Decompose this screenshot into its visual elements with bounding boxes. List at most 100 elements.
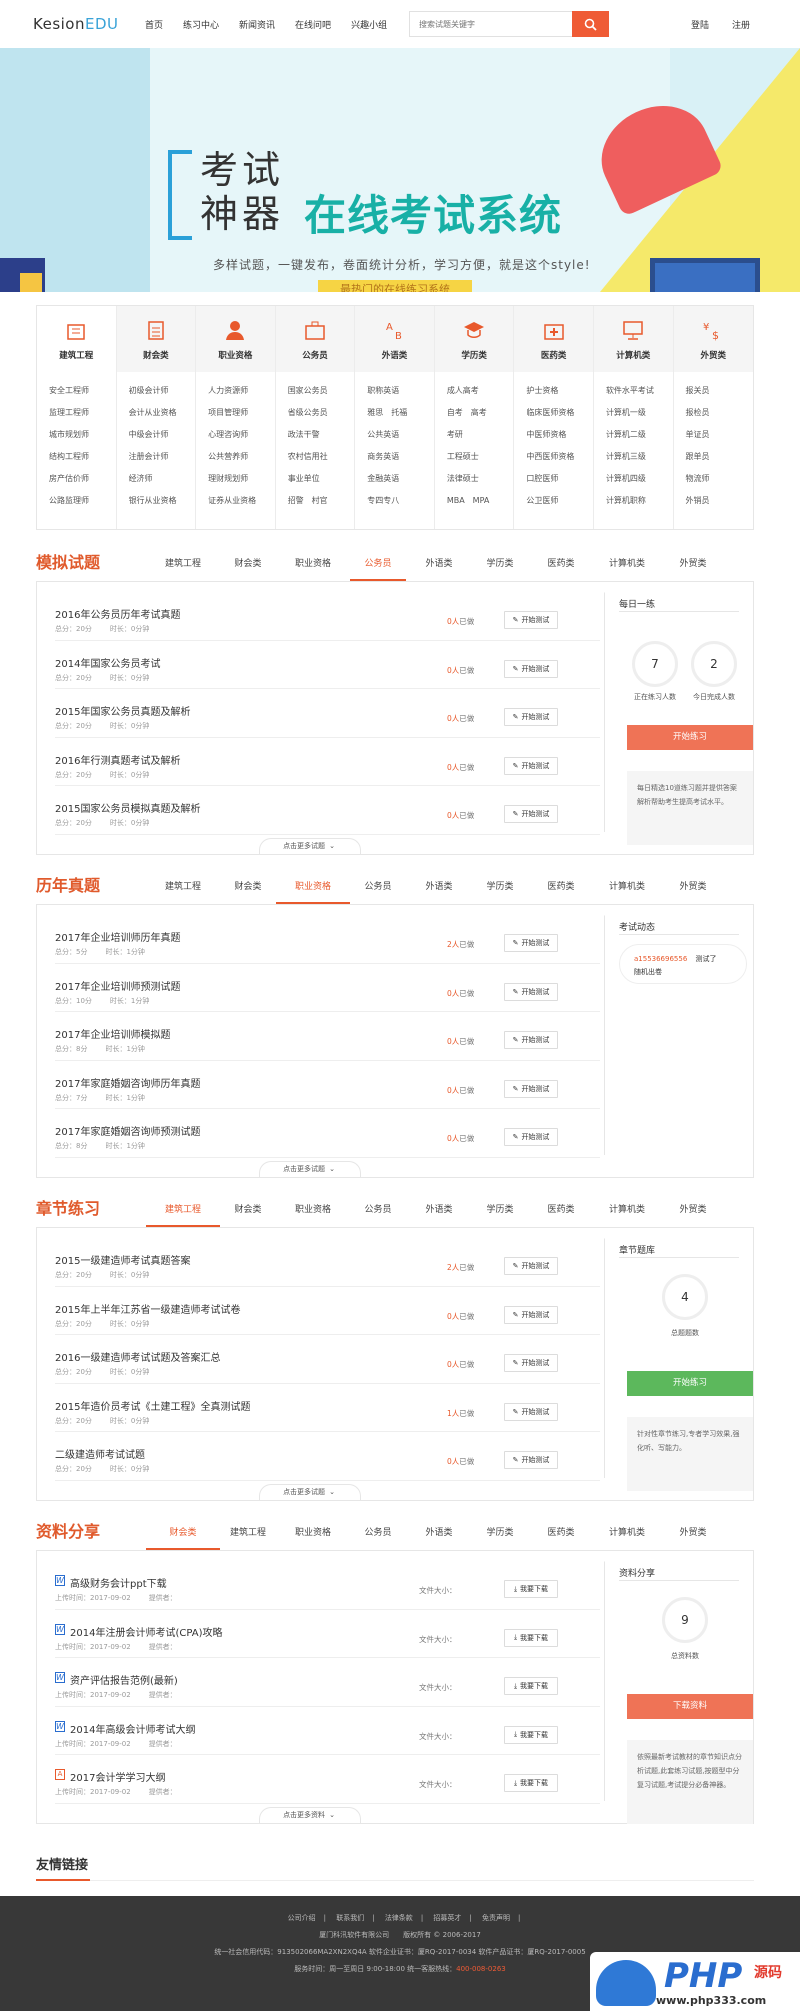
category-link[interactable]: 人力资源师 <box>208 380 275 402</box>
category-header[interactable]: 公务员 <box>275 306 355 372</box>
category-link[interactable]: 雅思 托福 <box>367 402 434 424</box>
category-link[interactable]: 物流师 <box>686 468 754 490</box>
start-test-button[interactable]: ✎ 开始测试 <box>504 1305 558 1324</box>
more-exams-link[interactable]: 点击更多试题 ⌄ <box>259 1484 361 1501</box>
start-test-button[interactable]: ✎ 开始测试 <box>504 611 558 629</box>
section-tab[interactable]: 外贸类 <box>660 1197 726 1227</box>
resource-title[interactable]: 2014年注册会计师考试(CPA)攻略 <box>70 1624 222 1639</box>
start-test-button[interactable]: ✎ 开始测试 <box>504 805 558 823</box>
section-tab[interactable]: 学历类 <box>472 1520 528 1550</box>
category-link[interactable]: 经济师 <box>129 468 196 490</box>
section-tab[interactable]: 外语类 <box>406 1520 472 1550</box>
section-tab[interactable]: 学历类 <box>472 551 528 581</box>
exam-title[interactable]: 2017年家庭婚姻咨询师预测试题 <box>55 1123 200 1138</box>
category-link[interactable]: 房产估价师 <box>49 468 116 490</box>
section-tab[interactable]: 公务员 <box>350 1197 406 1227</box>
section-tab[interactable]: 公务员 <box>350 1520 406 1550</box>
category-link[interactable]: 项目管理师 <box>208 402 275 424</box>
more-exams-link[interactable]: 点击更多试题 ⌄ <box>259 1161 361 1178</box>
category-link[interactable]: 计算机二级 <box>606 424 673 446</box>
category-link[interactable]: 中医师资格 <box>526 424 593 446</box>
section-tab[interactable]: 职业资格 <box>276 551 350 581</box>
category-link[interactable]: 法律硕士 <box>447 468 514 490</box>
section-tab[interactable]: 职业资格 <box>276 874 350 904</box>
category-link[interactable]: 公共英语 <box>367 424 434 446</box>
exam-title[interactable]: 2016年公务员历年考试真题 <box>55 606 180 621</box>
category-link[interactable]: 考研 <box>447 424 514 446</box>
resource-title[interactable]: 2014年高级会计师考试大纲 <box>70 1721 195 1736</box>
exam-title[interactable]: 2015年上半年江苏省一级建造师考试试卷 <box>55 1301 240 1316</box>
category-link[interactable]: 自考 高考 <box>447 402 514 424</box>
category-link[interactable]: 口腔医师 <box>526 468 593 490</box>
section-tab[interactable]: 医药类 <box>528 1520 594 1550</box>
category-link[interactable]: 初级会计师 <box>129 380 196 402</box>
section-tab[interactable]: 外贸类 <box>660 551 726 581</box>
section-tab[interactable]: 外语类 <box>406 874 472 904</box>
category-link[interactable]: 中级会计师 <box>129 424 196 446</box>
start-test-button[interactable]: ✎ 开始测试 <box>504 982 558 1001</box>
category-header[interactable]: 建筑工程 <box>37 306 116 372</box>
nav-news[interactable]: 新闻资讯 <box>239 18 275 31</box>
category-link[interactable]: 计算机一级 <box>606 402 673 424</box>
category-link[interactable]: 政法干警 <box>288 424 355 446</box>
section-tab[interactable]: 学历类 <box>472 1197 528 1227</box>
exam-title[interactable]: 2015国家公务员模拟真题及解析 <box>55 800 200 815</box>
start-test-button[interactable]: ✎ 开始测试 <box>504 1402 558 1421</box>
exam-title[interactable]: 2016年行测真题考试及解析 <box>55 752 180 767</box>
section-tab[interactable]: 财会类 <box>220 1197 276 1227</box>
start-test-button[interactable]: ✎ 开始测试 <box>504 1128 558 1146</box>
exam-title[interactable]: 2016一级建造师考试试题及答案汇总 <box>55 1349 220 1364</box>
category-link[interactable]: 结构工程师 <box>49 446 116 468</box>
section-tab[interactable]: 建筑工程 <box>146 874 220 904</box>
category-header[interactable]: A B 外语类 <box>355 306 434 372</box>
download-button[interactable]: ⤓ 我要下载 <box>504 1580 558 1598</box>
category-link[interactable]: 计算机职称 <box>606 490 673 512</box>
section-tab[interactable]: 外语类 <box>406 1197 472 1227</box>
category-link[interactable]: 农村信用社 <box>288 446 355 468</box>
category-link[interactable]: 公卫医师 <box>526 490 593 512</box>
category-link[interactable]: 省级公务员 <box>288 402 355 424</box>
footer-link-disclaimer[interactable]: 免责声明 <box>482 1914 510 1922</box>
category-header[interactable]: 学历类 <box>434 306 514 372</box>
start-test-button[interactable]: ✎ 开始测试 <box>504 1354 558 1372</box>
section-tab[interactable]: 建筑工程 <box>146 551 220 581</box>
category-link[interactable]: MBA MPA <box>447 490 514 512</box>
section-tab[interactable]: 公务员 <box>350 551 406 581</box>
category-link[interactable]: 会计从业资格 <box>129 402 196 424</box>
start-test-button[interactable]: ✎ 开始测试 <box>504 1451 558 1469</box>
search-button[interactable] <box>572 11 609 37</box>
nav-home[interactable]: 首页 <box>145 18 163 31</box>
footer-link-contact[interactable]: 联系我们 <box>336 1914 364 1922</box>
category-link[interactable]: 工程硕士 <box>447 446 514 468</box>
start-test-button[interactable]: ✎ 开始测试 <box>504 1257 558 1275</box>
nav-ask[interactable]: 在线问吧 <box>295 18 331 31</box>
nav-practice[interactable]: 练习中心 <box>183 18 219 31</box>
category-link[interactable]: 银行从业资格 <box>129 490 196 512</box>
section-tab[interactable]: 外语类 <box>406 551 472 581</box>
section-tab[interactable]: 计算机类 <box>594 1520 660 1550</box>
exam-title[interactable]: 2015年造价员考试《土建工程》全真测试题 <box>55 1398 250 1413</box>
section-tab[interactable]: 医药类 <box>528 874 594 904</box>
section-tab[interactable]: 学历类 <box>472 874 528 904</box>
category-link[interactable]: 成人高考 <box>447 380 514 402</box>
nav-groups[interactable]: 兴趣小组 <box>351 18 387 31</box>
download-resources-button[interactable]: 下载资料 <box>627 1694 753 1719</box>
category-link[interactable]: 心理咨询师 <box>208 424 275 446</box>
section-tab[interactable]: 医药类 <box>528 551 594 581</box>
section-tab[interactable]: 财会类 <box>220 551 276 581</box>
section-tab[interactable]: 建筑工程 <box>220 1520 276 1550</box>
start-test-button[interactable]: ✎ 开始测试 <box>504 659 558 678</box>
section-tab[interactable]: 职业资格 <box>276 1520 350 1550</box>
category-link[interactable]: 专四专八 <box>367 490 434 512</box>
section-tab[interactable]: 计算机类 <box>594 874 660 904</box>
section-tab[interactable]: 计算机类 <box>594 1197 660 1227</box>
category-link[interactable]: 中西医师资格 <box>526 446 593 468</box>
category-link[interactable]: 事业单位 <box>288 468 355 490</box>
exam-title[interactable]: 2017年企业培训师模拟题 <box>55 1026 170 1041</box>
category-link[interactable]: 招警 村官 <box>288 490 355 512</box>
exam-title[interactable]: 二级建造师考试试题 <box>55 1446 145 1461</box>
activity-test[interactable]: 随机出卷 <box>634 968 662 976</box>
start-test-button[interactable]: ✎ 开始测试 <box>504 708 558 726</box>
category-link[interactable]: 报关员 <box>686 380 754 402</box>
category-link[interactable]: 证券从业资格 <box>208 490 275 512</box>
